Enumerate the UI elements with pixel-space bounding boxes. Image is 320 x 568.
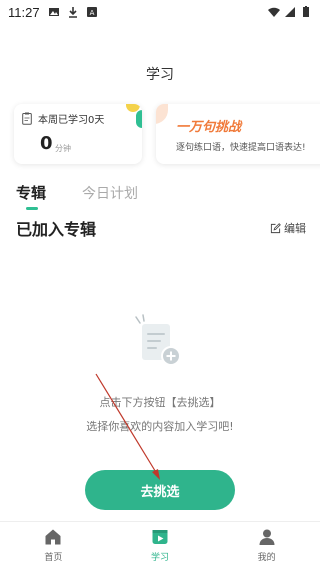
edit-button[interactable]: 编辑 — [270, 220, 306, 236]
nav-profile-label: 我的 — [257, 552, 276, 563]
nav-study-label: 学习 — [151, 552, 170, 563]
tab-albums-label: 专辑 — [16, 184, 47, 202]
challenge-decoration — [156, 104, 168, 124]
nav-profile[interactable]: 我的 — [213, 522, 320, 568]
section-title: 已加入专辑 — [16, 220, 97, 239]
edit-label: 编辑 — [284, 222, 306, 235]
bottom-nav: 首页 学习 我的 — [0, 521, 320, 568]
nav-home-label: 首页 — [44, 552, 63, 563]
study-minutes-value: 0 — [40, 133, 53, 154]
wifi-icon — [268, 7, 280, 17]
signal-icon — [285, 7, 295, 17]
challenge-subtitle: 逐句练口语，快速提高口语表达! — [176, 143, 306, 153]
card-decoration-green — [136, 110, 142, 128]
status-time: 11:27 — [8, 4, 40, 20]
notification-icons: A — [48, 6, 98, 18]
clipboard-icon — [22, 112, 32, 125]
image-icon — [48, 8, 59, 16]
app-notification-icon: A — [86, 7, 97, 17]
challenge-card[interactable]: 一万句挑战 逐句练口语，快速提高口语表达! — [156, 104, 320, 164]
go-select-button[interactable]: 去挑选 — [85, 470, 235, 510]
empty-hint-line-2: 选择你喜欢的内容加入学习吧! — [86, 420, 234, 433]
tab-today-plan[interactable]: 今日计划 — [82, 183, 138, 203]
nav-home[interactable]: 首页 — [0, 522, 107, 568]
empty-hint-line-1: 点击下方按钮【去挑选】 — [99, 396, 221, 409]
study-icon — [152, 529, 168, 544]
edit-icon — [270, 222, 281, 233]
home-icon — [45, 529, 61, 544]
profile-icon — [259, 529, 275, 545]
nav-study[interactable]: 学习 — [107, 522, 214, 568]
content-tabs: 专辑 今日计划 — [16, 182, 138, 210]
weekly-study-card[interactable]: 本周已学习0天 0 分钟 — [14, 104, 142, 164]
empty-list-icon — [135, 314, 181, 366]
challenge-title: 一万句挑战 — [176, 120, 242, 135]
page-title: 学习 — [146, 67, 174, 83]
system-icons — [268, 6, 312, 18]
study-minutes-unit: 分钟 — [55, 144, 71, 153]
svg-text:A: A — [89, 9, 94, 17]
tab-albums[interactable]: 专辑 — [16, 182, 47, 210]
battery-icon — [303, 6, 309, 17]
status-bar: 11:27 A — [0, 0, 320, 24]
weekly-study-label: 本周已学习0天 — [38, 115, 105, 126]
download-icon — [68, 7, 77, 18]
tab-active-indicator — [26, 207, 38, 210]
